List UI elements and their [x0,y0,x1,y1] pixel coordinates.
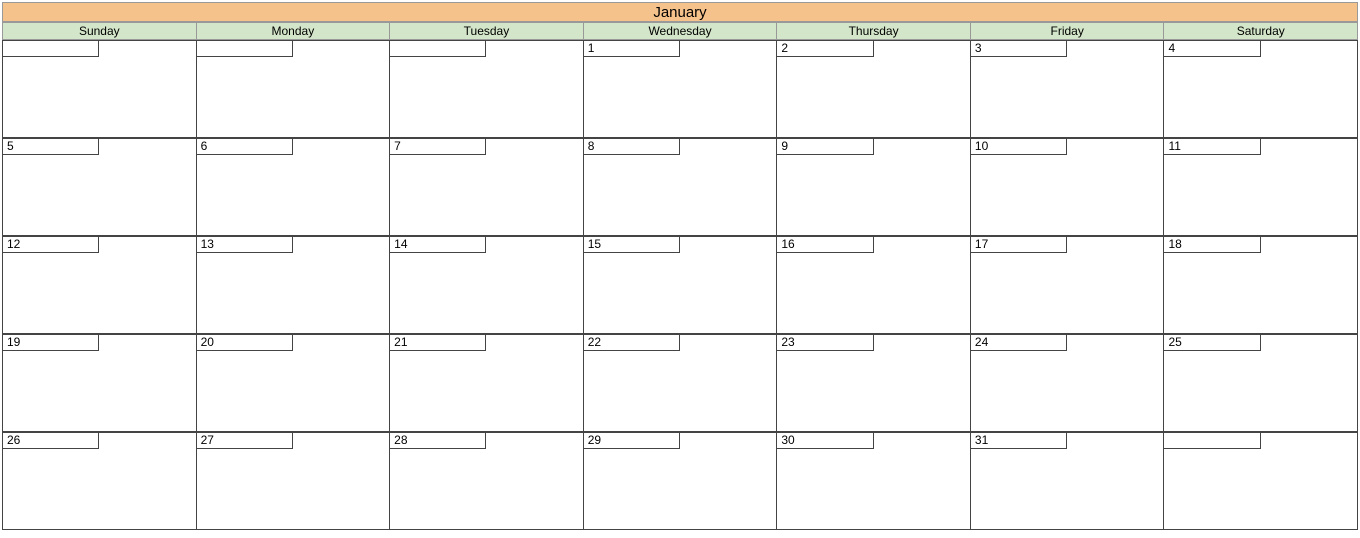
calendar-cell[interactable]: 22 [584,334,778,432]
day-number: 30 [777,433,873,449]
calendar-week: 12 13 14 15 16 17 18 [2,236,1358,334]
calendar-cell[interactable]: 9 [777,138,971,236]
day-number [1164,433,1260,449]
month-header: January [2,2,1358,22]
calendar-cell[interactable]: 24 [971,334,1165,432]
day-number: 8 [584,139,680,155]
month-title: January [653,4,706,21]
day-number: 28 [390,433,486,449]
day-header-wednesday: Wednesday [584,22,778,40]
day-headers-row: Sunday Monday Tuesday Wednesday Thursday… [2,22,1358,40]
day-number: 24 [971,335,1067,351]
day-number: 12 [3,237,99,253]
day-number: 20 [197,335,293,351]
day-number: 25 [1164,335,1260,351]
day-number: 31 [971,433,1067,449]
calendar-cell[interactable]: 2 [777,40,971,138]
day-number: 10 [971,139,1067,155]
calendar-cell[interactable]: 23 [777,334,971,432]
calendar-cell[interactable]: 18 [1164,236,1358,334]
day-number [197,41,293,57]
calendar-cell[interactable]: 3 [971,40,1165,138]
day-number: 11 [1164,139,1260,155]
day-number: 14 [390,237,486,253]
calendar-cell[interactable] [390,40,584,138]
calendar-week: 19 20 21 22 23 24 25 [2,334,1358,432]
calendar-cell[interactable] [1164,432,1358,530]
day-number: 18 [1164,237,1260,253]
calendar-cell[interactable]: 30 [777,432,971,530]
calendar-cell[interactable]: 25 [1164,334,1358,432]
day-number: 4 [1164,41,1260,57]
calendar-cell[interactable]: 11 [1164,138,1358,236]
calendar-cell[interactable]: 5 [2,138,197,236]
calendar-week: 1 2 3 4 [2,40,1358,138]
day-header-tuesday: Tuesday [390,22,584,40]
calendar-cell[interactable] [2,40,197,138]
day-number: 16 [777,237,873,253]
day-number [3,41,99,57]
calendar-cell[interactable]: 27 [197,432,391,530]
calendar-cell[interactable] [197,40,391,138]
calendar-weeks: 1 2 3 4 5 6 7 8 9 10 11 12 13 14 15 16 1… [2,40,1358,530]
day-header-monday: Monday [197,22,391,40]
calendar-cell[interactable]: 17 [971,236,1165,334]
day-number: 22 [584,335,680,351]
day-number: 26 [3,433,99,449]
calendar-cell[interactable]: 6 [197,138,391,236]
calendar-cell[interactable]: 7 [390,138,584,236]
calendar-cell[interactable]: 20 [197,334,391,432]
day-header-sunday: Sunday [2,22,197,40]
calendar-cell[interactable]: 15 [584,236,778,334]
day-number: 15 [584,237,680,253]
day-number: 13 [197,237,293,253]
calendar-cell[interactable]: 29 [584,432,778,530]
calendar-week: 5 6 7 8 9 10 11 [2,138,1358,236]
calendar-cell[interactable]: 10 [971,138,1165,236]
day-number: 1 [584,41,680,57]
day-header-thursday: Thursday [777,22,971,40]
calendar-cell[interactable]: 21 [390,334,584,432]
calendar-cell[interactable]: 13 [197,236,391,334]
calendar-cell[interactable]: 8 [584,138,778,236]
day-number: 19 [3,335,99,351]
calendar-cell[interactable]: 14 [390,236,584,334]
day-number: 17 [971,237,1067,253]
calendar-cell[interactable]: 26 [2,432,197,530]
day-number: 21 [390,335,486,351]
day-number: 7 [390,139,486,155]
day-header-saturday: Saturday [1164,22,1358,40]
day-number: 27 [197,433,293,449]
day-header-friday: Friday [971,22,1165,40]
calendar-cell[interactable]: 19 [2,334,197,432]
day-number: 23 [777,335,873,351]
day-number: 6 [197,139,293,155]
day-number: 5 [3,139,99,155]
calendar-cell[interactable]: 1 [584,40,778,138]
day-number: 29 [584,433,680,449]
calendar-week: 26 27 28 29 30 31 [2,432,1358,530]
day-number: 3 [971,41,1067,57]
calendar-cell[interactable]: 12 [2,236,197,334]
calendar-cell[interactable]: 31 [971,432,1165,530]
day-number: 2 [777,41,873,57]
calendar-cell[interactable]: 28 [390,432,584,530]
day-number [390,41,486,57]
calendar: January Sunday Monday Tuesday Wednesday … [2,2,1358,530]
day-number: 9 [777,139,873,155]
calendar-cell[interactable]: 16 [777,236,971,334]
calendar-cell[interactable]: 4 [1164,40,1358,138]
